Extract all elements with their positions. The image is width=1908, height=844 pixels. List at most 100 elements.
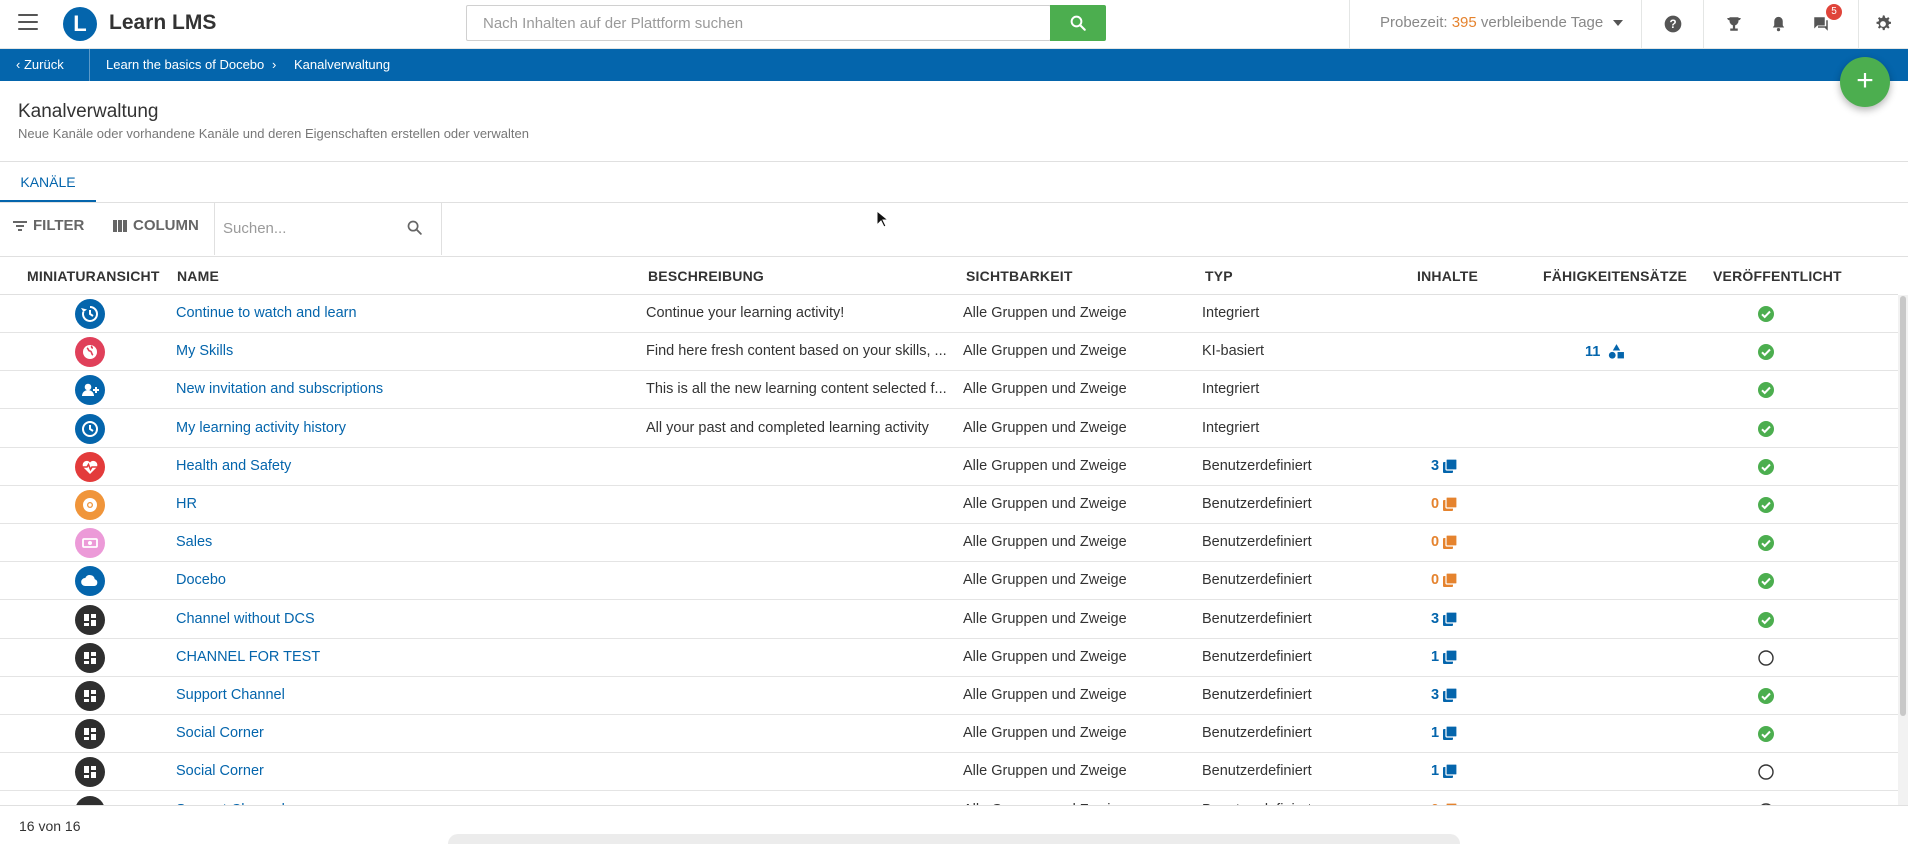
channel-thumbnail — [75, 451, 105, 482]
table-row[interactable]: Social Corner Alle Gruppen und Zweige Benu… — [0, 715, 1898, 754]
content-count[interactable]: 1 — [1431, 649, 1458, 665]
content-count[interactable]: 3 — [1431, 687, 1458, 703]
header-visibility[interactable]: SICHTBARKEIT — [966, 268, 1073, 284]
add-channel-button[interactable]: + — [1840, 57, 1890, 107]
table-row[interactable]: CHANNEL FOR TEST Alle Gruppen und Zweige B… — [0, 639, 1898, 677]
scrollbar-thumb[interactable] — [1900, 296, 1906, 716]
dashboard-icon — [84, 613, 96, 626]
search-icon[interactable] — [406, 219, 423, 239]
content-count[interactable]: 3 — [1431, 458, 1458, 474]
bell-icon[interactable] — [1766, 12, 1790, 36]
gear-icon[interactable] — [1871, 12, 1895, 36]
channel-name-link[interactable]: My Skills — [176, 343, 233, 359]
back-link[interactable]: ‹ Zurück — [16, 57, 64, 72]
content-count-value: 3 — [1431, 610, 1440, 627]
channel-name-link[interactable]: CHANNEL FOR TEST — [176, 649, 320, 665]
channel-visibility: Alle Gruppen und Zweige — [963, 496, 1127, 512]
breadcrumb-parent[interactable]: Learn the basics of Docebo — [106, 57, 264, 72]
channel-thumbnail — [75, 528, 105, 559]
content-count[interactable]: 1 — [1431, 725, 1458, 741]
divider — [89, 49, 90, 81]
content-count-value: 3 — [1431, 687, 1440, 703]
channel-visibility: Alle Gruppen und Zweige — [963, 648, 1127, 665]
filter-button[interactable]: FILTER — [13, 217, 84, 234]
header-published[interactable]: VERÖFFENTLICHT — [1713, 268, 1842, 284]
header-content[interactable]: INHALTE — [1417, 268, 1478, 284]
channel-name-link[interactable]: Social Corner — [176, 763, 264, 779]
content-count[interactable]: 1 — [1431, 763, 1458, 779]
table-row[interactable]: Health and Safety Alle Gruppen und Zweige… — [0, 448, 1898, 486]
channel-name-link[interactable]: New invitation and subscriptions — [176, 381, 383, 397]
global-search-input[interactable] — [467, 6, 1050, 40]
unpublished-circle-icon[interactable] — [1757, 649, 1775, 667]
published-check-icon[interactable] — [1757, 687, 1775, 705]
channel-name-link[interactable]: Support Channel — [176, 687, 285, 703]
header-skill-sets[interactable]: FÄHIGKEITENSÄTZE — [1543, 268, 1687, 284]
unpublished-circle-icon[interactable] — [1757, 763, 1775, 781]
table-row[interactable]: Continue to watch and learn Continue your… — [0, 295, 1898, 333]
content-count[interactable]: 3 — [1431, 611, 1458, 627]
table-row[interactable]: Docebo Alle Gruppen und Zweige Benutzerdef… — [0, 562, 1898, 601]
header-name[interactable]: NAME — [177, 268, 219, 284]
divider — [1641, 0, 1642, 48]
channel-name-link[interactable]: HR — [176, 496, 197, 512]
header-type[interactable]: TYP — [1205, 268, 1233, 284]
divider — [214, 203, 215, 255]
channel-visibility: Alle Gruppen und Zweige — [963, 534, 1127, 551]
table-row[interactable]: Social Corner Alle Gruppen und Zweige Benu… — [0, 753, 1898, 792]
content-count[interactable]: 0 — [1431, 572, 1458, 588]
published-check-icon[interactable] — [1757, 420, 1775, 438]
content-count[interactable]: 0 — [1431, 496, 1458, 512]
published-check-icon[interactable] — [1757, 572, 1775, 590]
published-check-icon[interactable] — [1757, 381, 1775, 399]
back-label: Zurück — [23, 57, 64, 72]
channel-name-link[interactable]: My learning activity history — [176, 420, 346, 436]
channel-description: Continue your learning activity! — [646, 305, 845, 321]
published-check-icon[interactable] — [1757, 458, 1775, 476]
published-check-icon[interactable] — [1757, 343, 1775, 361]
content-count[interactable]: 0 — [1431, 534, 1458, 550]
table-row[interactable]: Sales Alle Gruppen und Zweige Benutzerdefi… — [0, 524, 1898, 563]
skill-sets-count[interactable]: 11 — [1585, 343, 1625, 360]
published-check-icon[interactable] — [1757, 496, 1775, 514]
channel-type: Integriert — [1202, 419, 1260, 436]
channel-name-link[interactable]: Continue to watch and learn — [176, 305, 357, 321]
chevron-right-icon: › — [272, 57, 277, 72]
header-thumbnail[interactable]: MINIATURANSICHT — [27, 268, 160, 284]
table-row[interactable]: My Skills Find here fresh content based o… — [0, 333, 1898, 372]
shapes-icon — [1609, 344, 1625, 359]
global-search-field[interactable] — [466, 5, 1051, 41]
content-library-icon — [1443, 649, 1458, 664]
channel-name-link[interactable]: Social Corner — [176, 725, 264, 741]
published-check-icon[interactable] — [1757, 305, 1775, 323]
page-subtitle: Neue Kanäle oder vorhandene Kanäle und d… — [18, 126, 529, 141]
tab-channels[interactable]: KANÄLE — [0, 162, 96, 202]
published-check-icon[interactable] — [1757, 534, 1775, 552]
trophy-icon[interactable] — [1722, 12, 1746, 36]
published-check-icon[interactable] — [1757, 611, 1775, 629]
trial-dropdown[interactable]: Probezeit: 395 verbleibende Tage — [1380, 14, 1624, 31]
table-row[interactable]: Support ChannelAlle Gruppen und ZweigeBe… — [0, 677, 1898, 715]
table-row[interactable]: My learning activity history All your pas… — [0, 410, 1898, 448]
table-row[interactable]: New invitation and subscriptions This is … — [0, 371, 1898, 410]
channel-name-link[interactable]: Channel without DCS — [176, 611, 315, 627]
column-button[interactable]: COLUMN — [113, 217, 199, 234]
channel-name-link[interactable]: Health and Safety — [176, 458, 291, 474]
search-button[interactable] — [1050, 5, 1106, 41]
channel-name-link[interactable]: Sales — [176, 534, 212, 550]
table-search-input[interactable] — [223, 215, 393, 241]
table-row[interactable]: Channel without DCS Alle Gruppen und Zwei… — [0, 601, 1898, 639]
channel-type: Benutzerdefiniert — [1202, 725, 1312, 742]
person-add-icon — [82, 384, 99, 397]
divider — [0, 161, 1908, 162]
table-row[interactable]: HR Alle Gruppen und Zweige Benutzerdefinie… — [0, 486, 1898, 524]
header-description[interactable]: BESCHREIBUNG — [648, 268, 764, 284]
channel-name-link[interactable]: Docebo — [176, 572, 226, 588]
published-check-icon[interactable] — [1757, 725, 1775, 743]
table-row[interactable]: Support ChannelAlle Gruppen und ZweigeBe… — [0, 792, 1898, 805]
heartbeat-icon — [82, 460, 98, 474]
channel-visibility: Alle Gruppen und Zweige — [963, 572, 1127, 589]
menu-icon[interactable] — [18, 14, 38, 32]
channel-visibility: Alle Gruppen und Zweige — [963, 419, 1127, 436]
help-icon[interactable]: ? — [1661, 12, 1685, 36]
